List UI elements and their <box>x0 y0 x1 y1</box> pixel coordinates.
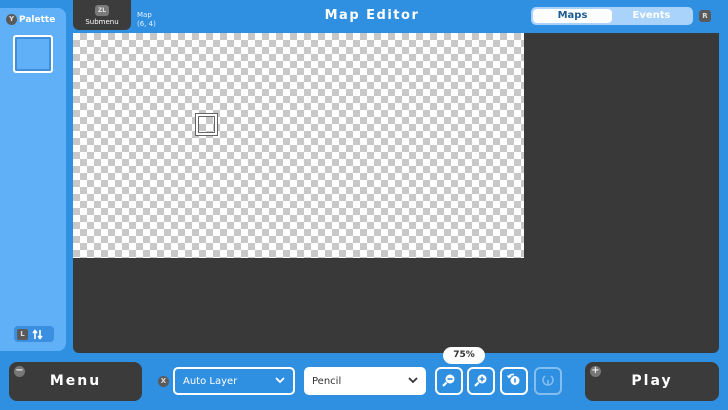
tool-select[interactable]: Pencil <box>304 367 426 395</box>
minus-icon: − <box>14 365 25 377</box>
zoom-fit-icon <box>540 372 556 391</box>
zoom-reset-button[interactable] <box>500 367 528 395</box>
play-button[interactable]: + Play <box>585 362 719 401</box>
y-button-badge: Y <box>6 14 17 25</box>
palette-panel: Y Palette L <box>0 8 66 351</box>
layer-select-value: Auto Layer <box>183 375 238 387</box>
map-canvas-area[interactable] <box>73 33 719 353</box>
zoom-reset-icon <box>506 372 522 391</box>
tab-events[interactable]: Events <box>612 9 691 23</box>
palette-header[interactable]: Y Palette <box>6 14 55 25</box>
selected-tile-swatch[interactable] <box>13 35 53 73</box>
zoom-fit-button[interactable] <box>534 367 562 395</box>
x-button-badge: X <box>158 376 169 387</box>
menu-button[interactable]: − Menu <box>9 362 142 401</box>
map-canvas[interactable] <box>73 33 524 258</box>
tile-cursor <box>196 114 217 135</box>
map-info: Map (6, 4) <box>137 11 156 29</box>
zoom-level: 75% <box>443 347 485 364</box>
chevron-down-icon <box>275 376 285 387</box>
tab-maps[interactable]: Maps <box>533 9 612 23</box>
r-button-badge: R <box>699 10 711 22</box>
plus-icon: + <box>590 365 601 377</box>
swap-button[interactable]: L <box>14 326 54 342</box>
tab-bar: Maps Events <box>531 7 693 25</box>
palette-title: Palette <box>19 14 56 25</box>
tool-select-value: Pencil <box>312 375 342 387</box>
menu-label: Menu <box>49 373 102 389</box>
chevron-down-icon <box>408 376 418 387</box>
zoom-out-icon <box>441 372 457 391</box>
submenu-label: Submenu <box>85 17 119 26</box>
map-coords: (6, 4) <box>137 20 156 28</box>
layer-select[interactable]: Auto Layer <box>173 367 295 395</box>
page-title: Map Editor <box>324 8 420 23</box>
top-bar: ZL Submenu Map (6, 4) Map Editor Maps Ev… <box>0 0 728 33</box>
zoom-in-icon <box>473 372 489 391</box>
zoom-in-button[interactable] <box>467 367 495 395</box>
l-button-badge: L <box>17 328 28 340</box>
submenu-button[interactable]: ZL Submenu <box>73 0 131 30</box>
swap-arrows-icon <box>32 325 44 344</box>
map-label: Map <box>137 11 152 19</box>
zoom-out-button[interactable] <box>435 367 463 395</box>
zl-button-badge: ZL <box>95 4 109 16</box>
play-label: Play <box>631 373 673 389</box>
